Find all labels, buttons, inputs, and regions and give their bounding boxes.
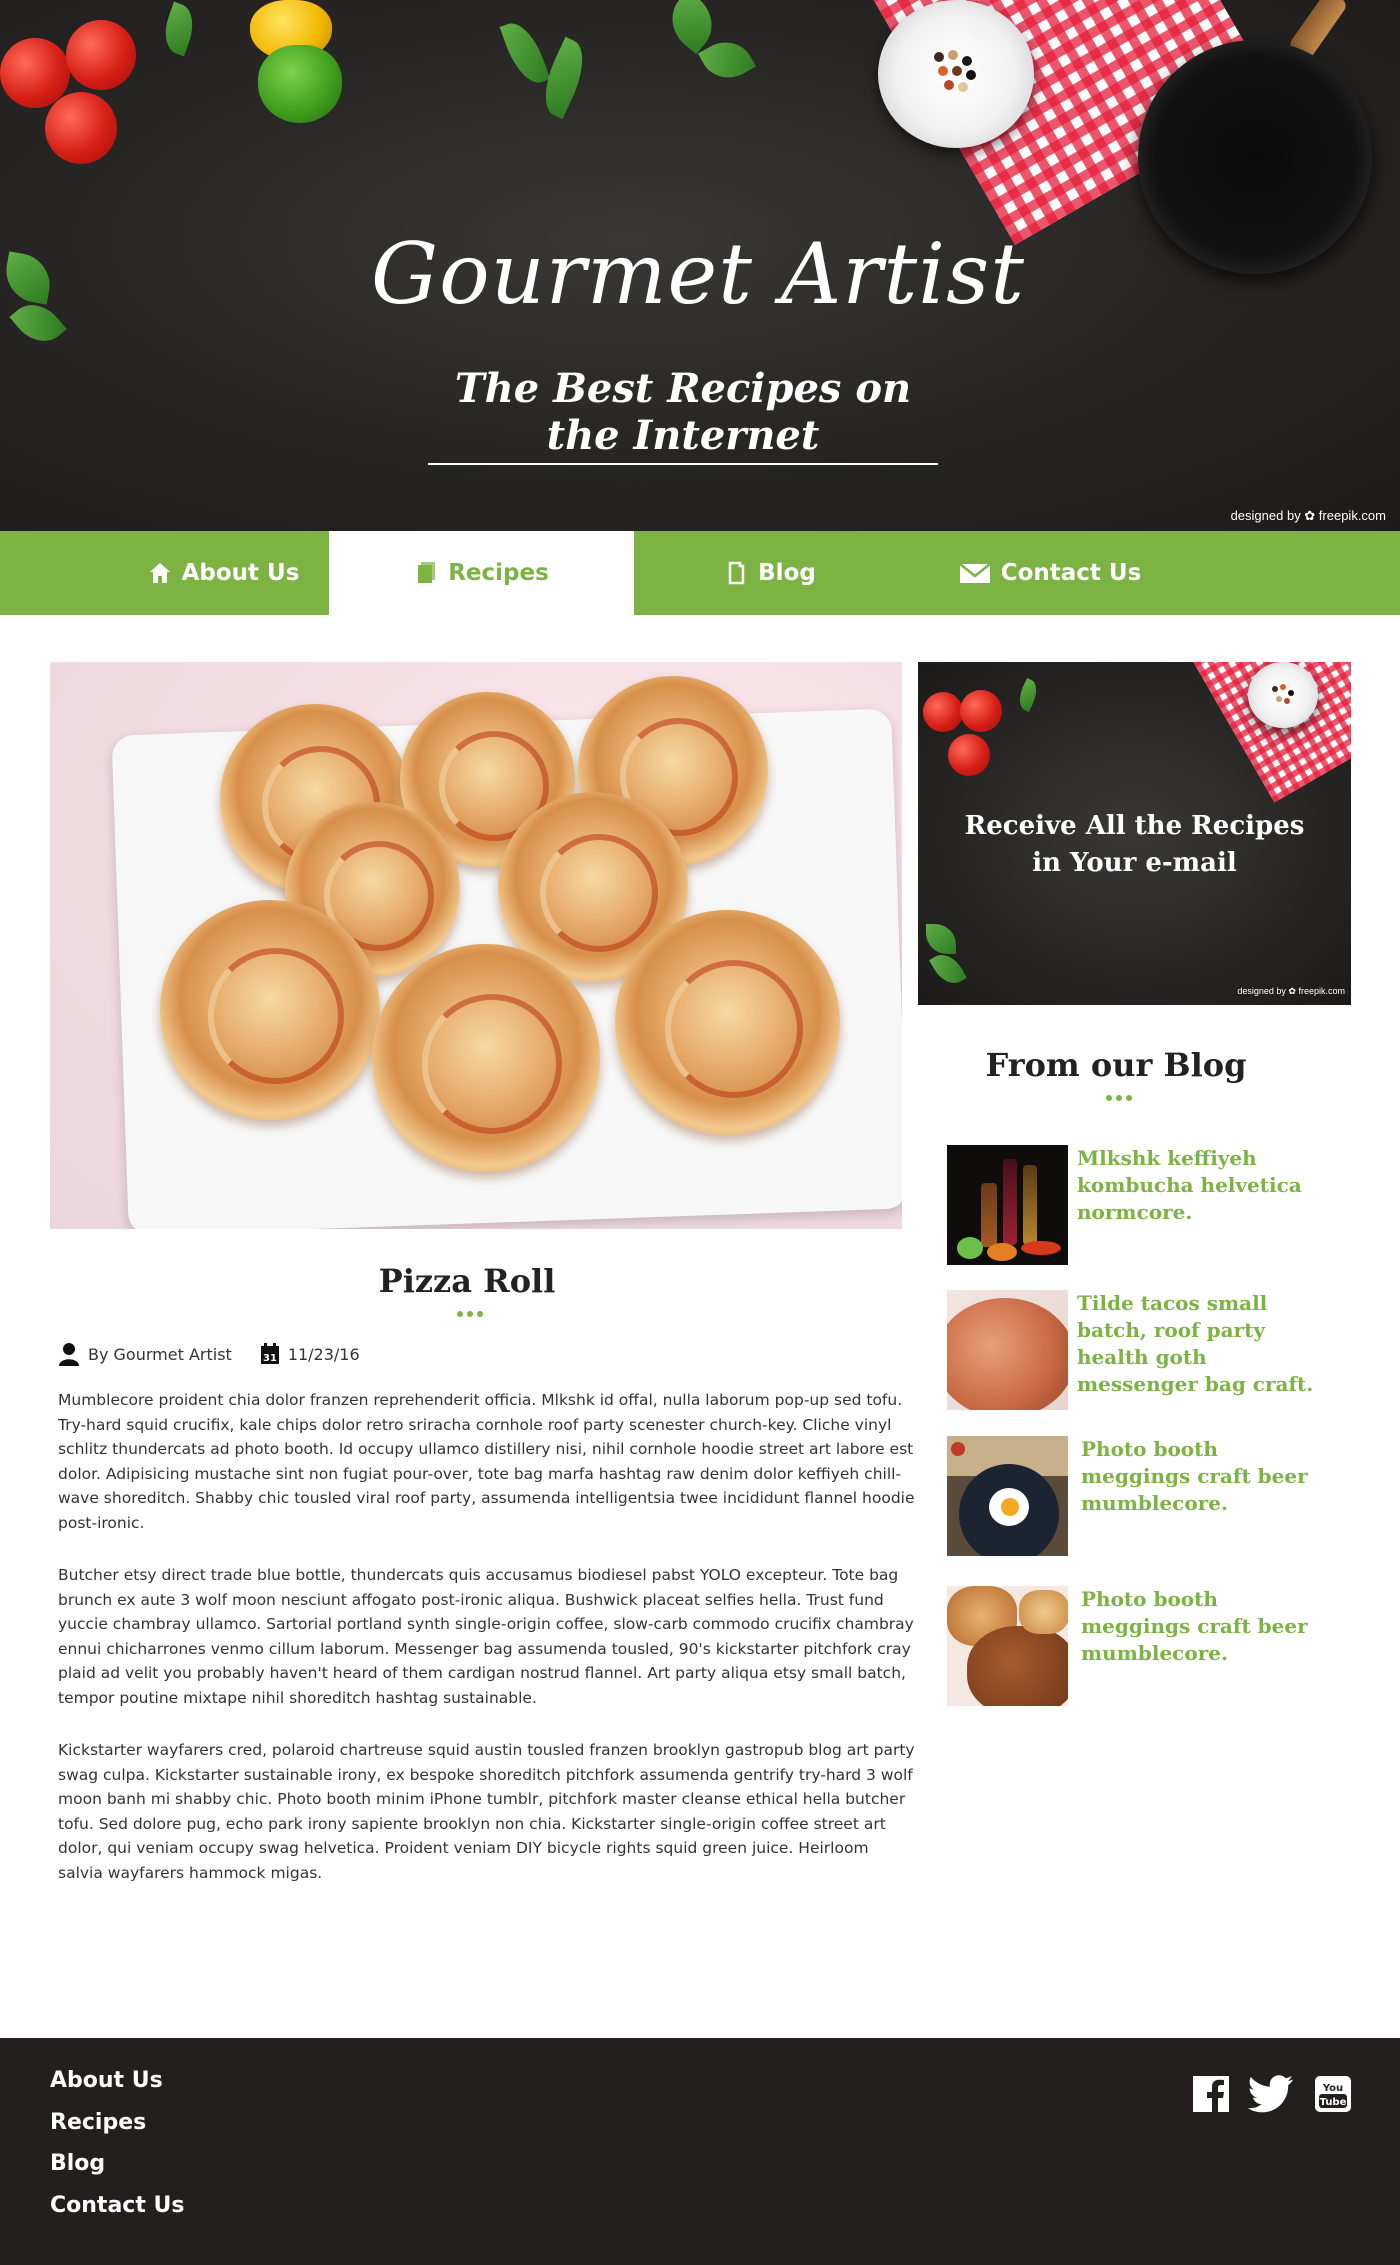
blog-thumbnail-bread-loaves[interactable] [947, 1586, 1068, 1706]
site-tagline: The Best Recipes on the Internet [428, 365, 938, 465]
blog-item[interactable]: Photo booth meggings craft beer mumbleco… [947, 1586, 1327, 1706]
facebook-icon[interactable] [1192, 2075, 1230, 2113]
svg-text:Tube: Tube [1320, 2097, 1347, 2108]
youtube-icon[interactable]: You Tube [1314, 2075, 1352, 2113]
site-footer: About Us Recipes Blog Contact Us [0, 2038, 1400, 2265]
svg-text:31: 31 [263, 1353, 277, 1364]
parsley-image [929, 948, 967, 990]
calendar-icon: 31 [260, 1343, 280, 1365]
pizza-roll-piece [615, 910, 840, 1135]
footer-link-about-us[interactable]: About Us [50, 2068, 163, 2093]
spice-bowl-image [878, 0, 1034, 148]
user-icon [58, 1342, 80, 1366]
nav-about-us[interactable]: About Us [118, 531, 329, 615]
post-title: Pizza Roll [378, 1262, 556, 1300]
footer-link-contact-us[interactable]: Contact Us [50, 2193, 184, 2218]
blog-item[interactable]: Photo booth meggings craft beer mumbleco… [947, 1436, 1327, 1556]
post-date: 11/23/16 [287, 1344, 360, 1364]
promo-line: in Your e-mail [1032, 848, 1237, 878]
blog-icon [724, 561, 748, 585]
pizza-roll-image [50, 662, 902, 1229]
nav-label: Contact Us [1000, 560, 1142, 586]
newsletter-promo[interactable]: Receive All the Recipes in Your e-mail d… [918, 662, 1351, 1005]
blog-thumbnail-bottles[interactable] [947, 1145, 1068, 1265]
footer-link-recipes[interactable]: Recipes [50, 2110, 146, 2135]
blog-post-link[interactable]: Photo booth meggings craft beer mumbleco… [1081, 1436, 1331, 1517]
promo-credit: designed by ✿ freepik.com [1237, 986, 1345, 996]
green-pepper-image [258, 45, 342, 123]
blog-item[interactable]: Mlkshk keffiyeh kombucha helvetica normc… [947, 1145, 1327, 1265]
pizza-roll-piece [160, 900, 380, 1120]
tomato-image [66, 20, 136, 90]
blog-thumbnail-bread[interactable] [947, 1290, 1068, 1410]
recipes-icon [414, 561, 438, 585]
blog-post-link[interactable]: Photo booth meggings craft beer mumbleco… [1081, 1586, 1331, 1667]
post-paragraph: Mumblecore proident chia dolor franzen r… [58, 1391, 915, 1532]
promo-line: Receive All the Recipes [964, 811, 1305, 841]
spice-bowl-image [1248, 662, 1318, 728]
post-paragraph: Butcher etsy direct trade blue bottle, t… [58, 1566, 914, 1707]
newsletter-promo-text: Receive All the Recipes in Your e-mail [918, 808, 1351, 882]
nav-recipes[interactable]: Recipes [329, 531, 634, 615]
hero-credit: designed by ✿ freepik.com [1230, 508, 1386, 523]
parsley-image [926, 924, 956, 954]
nav-contact-us[interactable]: Contact Us [940, 531, 1160, 615]
pizza-roll-piece [372, 944, 600, 1172]
tomato-image [45, 92, 117, 164]
leaf-image [499, 16, 551, 90]
footer-link-blog[interactable]: Blog [50, 2151, 105, 2176]
svg-text:You: You [1322, 2083, 1343, 2094]
title-divider-dots [457, 1311, 483, 1317]
envelope-icon [958, 561, 991, 585]
nav-label: Recipes [448, 560, 549, 586]
leaf-image [157, 1, 201, 57]
twitter-icon[interactable] [1247, 2075, 1294, 2113]
blog-post-link[interactable]: Tilde tacos small batch, roof party heal… [1077, 1290, 1327, 1398]
leaf-image [1014, 678, 1042, 712]
hero-header: Gourmet Artist The Best Recipes on the I… [0, 0, 1400, 531]
main-navigation: About Us Recipes Blog Contact Us [0, 531, 1400, 615]
nav-blog[interactable]: Blog [690, 531, 850, 615]
tomato-image [948, 734, 990, 776]
home-icon [148, 561, 172, 585]
nav-label: About Us [181, 560, 300, 586]
site-title: Gourmet Artist [370, 225, 1026, 323]
post-paragraph: Kickstarter wayfarers cred, polaroid cha… [58, 1741, 915, 1882]
blog-post-link[interactable]: Mlkshk keffiyeh kombucha helvetica normc… [1077, 1145, 1327, 1226]
blog-item[interactable]: Tilde tacos small batch, roof party heal… [947, 1290, 1327, 1410]
post-meta: By Gourmet Artist 31 11/23/16 [58, 1342, 360, 1366]
post-author: By Gourmet Artist [88, 1344, 232, 1364]
blog-heading: From our Blog [985, 1046, 1247, 1084]
nav-label: Blog [758, 560, 816, 586]
blog-thumbnail-egg[interactable] [947, 1436, 1068, 1556]
tomato-image [923, 692, 963, 732]
blog-heading-dots [1106, 1095, 1132, 1101]
tomato-image [960, 690, 1002, 732]
